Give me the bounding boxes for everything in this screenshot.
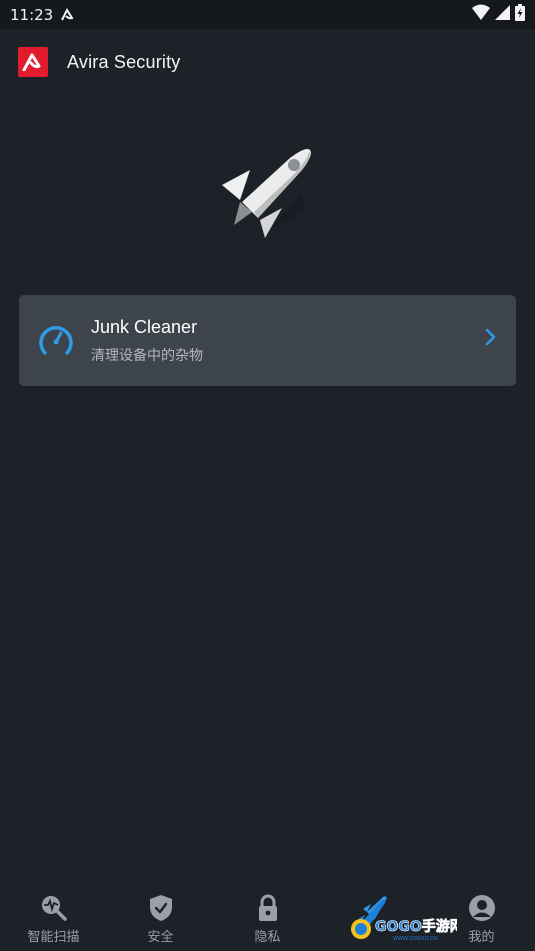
- status-bar: 11:23: [0, 0, 535, 29]
- gogo-watermark-logo: GOGO手游网 WWW.GOGOO.CN: [347, 893, 464, 943]
- battery-charging-icon: [515, 3, 525, 26]
- junk-cleaner-card[interactable]: Junk Cleaner 清理设备中的杂物: [19, 295, 516, 386]
- shield-check-icon: [146, 893, 176, 923]
- rocket-icon: [210, 140, 320, 250]
- nav-label-security: 安全: [147, 929, 174, 944]
- card-title: Junk Cleaner: [91, 316, 198, 337]
- app-title: Avira Security: [67, 51, 181, 72]
- nav-item-smart-scan[interactable]: 智能扫描: [0, 885, 107, 951]
- wifi-icon: [472, 4, 490, 25]
- card-subtitle: 清理设备中的杂物: [91, 346, 203, 363]
- cell-signal-icon: [495, 4, 510, 25]
- lock-icon: [253, 893, 283, 923]
- smart-scan-icon: [39, 893, 69, 923]
- svg-text:GOGO手游网: GOGO手游网: [375, 918, 457, 935]
- speedometer-icon: [37, 322, 75, 360]
- nav-label-account: 我的: [468, 929, 495, 944]
- nav-label-privacy: 隐私: [254, 929, 281, 944]
- status-time: 11:23: [10, 5, 54, 24]
- nav-item-security[interactable]: 安全: [107, 885, 214, 951]
- account-icon: [467, 893, 497, 923]
- nav-item-privacy[interactable]: 隐私: [214, 885, 321, 951]
- svg-text:WWW.GOGOO.CN: WWW.GOGOO.CN: [393, 936, 437, 942]
- avira-logo-icon: [18, 47, 48, 77]
- chevron-right-icon: [484, 328, 496, 351]
- avira-notification-icon: [61, 8, 76, 21]
- nav-label-smart-scan: 智能扫描: [27, 929, 80, 944]
- app-bar: Avira Security: [0, 29, 535, 95]
